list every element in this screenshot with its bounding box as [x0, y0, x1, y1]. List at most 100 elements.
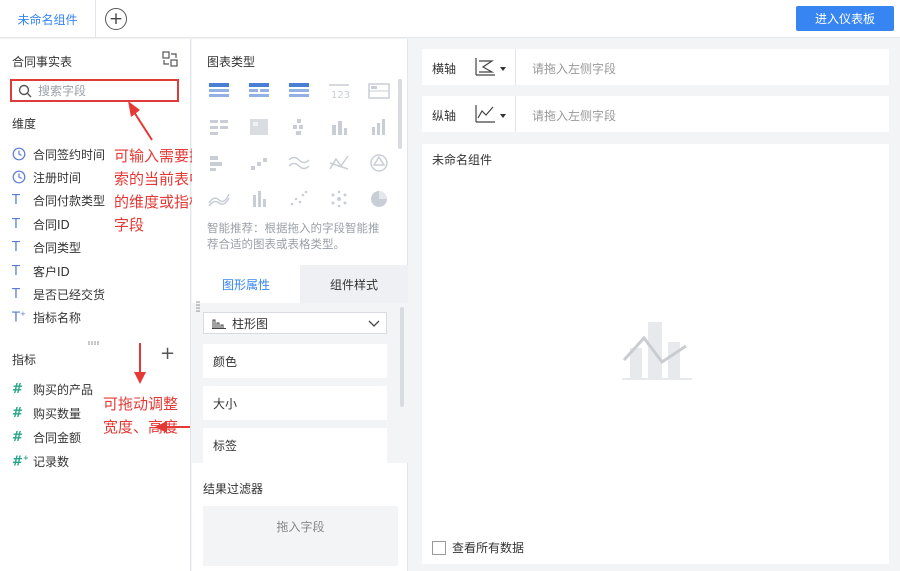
filter-drop-zone[interactable]: 拖入字段	[203, 506, 398, 566]
chart-type-column-icon[interactable]	[368, 117, 390, 137]
bar-chart-icon	[212, 319, 226, 329]
clock-icon	[12, 170, 28, 184]
x-axis-caret-icon[interactable]	[500, 67, 506, 71]
chart-type-heatmap-icon[interactable]	[248, 117, 270, 137]
chart-type-indicator-card-icon[interactable]	[368, 81, 390, 101]
measure-field[interactable]: #+ 记录数	[12, 453, 69, 471]
add-measure-button[interactable]: +	[160, 345, 175, 363]
result-filter-title: 结果过滤器	[203, 482, 264, 496]
view-all-label: 查看所有数据	[452, 541, 525, 555]
chart-type-column-2-icon[interactable]	[248, 189, 270, 209]
tab-component-style[interactable]: 组件样式	[300, 265, 408, 303]
text-calc-icon: T+	[12, 310, 26, 326]
chart-type-line-icon[interactable]	[328, 153, 350, 173]
y-axis-type-icon[interactable]	[474, 104, 496, 124]
dimension-field[interactable]: T 合同类型	[12, 239, 81, 257]
dimension-field-label: 合同付款类型	[33, 194, 106, 209]
plus-icon: +	[108, 8, 124, 29]
tab-graphic-properties[interactable]: 图形属性	[192, 265, 300, 303]
x-axis-drop-zone[interactable]: 请拖入左侧字段	[532, 60, 616, 77]
dimension-field[interactable]: T+ 指标名称	[12, 309, 81, 327]
vertical-resize-handle[interactable]	[87, 341, 101, 345]
y-axis-drop-zone[interactable]: 请拖入左侧字段	[532, 107, 616, 124]
prop-label-label: 标签	[213, 439, 238, 453]
chart-type-select-value: 柱形图	[232, 316, 269, 331]
add-tab-button[interactable]: +	[105, 8, 127, 30]
text-type-icon: T	[12, 263, 20, 279]
chart-type-scatter-icon[interactable]	[288, 189, 310, 209]
chart-config-panel: 图表类型 123 智能推荐：根据拖入的字段智能推荐合适的图表或表格类型。 图形属…	[192, 39, 408, 571]
y-axis-caret-icon[interactable]	[500, 114, 506, 118]
chart-type-point-map-icon[interactable]	[328, 189, 350, 209]
text-type-icon: T	[12, 193, 20, 209]
chart-type-bar-icon[interactable]	[328, 117, 350, 137]
measure-field[interactable]: # 购买数量	[12, 404, 81, 422]
chart-type-wave-line-icon[interactable]	[288, 153, 310, 173]
dimension-field-label: 合同签约时间	[33, 147, 106, 162]
dimension-field[interactable]: T 合同付款类型	[12, 192, 105, 210]
measure-field[interactable]: # 购买的产品	[12, 380, 93, 398]
properties-area: 柱形图 颜色 大小 标签	[192, 303, 408, 463]
chart-type-funnel-icon[interactable]	[288, 117, 310, 137]
dimension-field[interactable]: T 是否已经交货	[12, 285, 105, 303]
search-input[interactable]	[38, 83, 158, 98]
chevron-down-icon	[368, 320, 380, 327]
chart-type-multi-bar-icon[interactable]	[208, 117, 230, 137]
switch-table-icon[interactable]	[162, 51, 178, 67]
chart-canvas-panel: 横轴 请拖入左侧字段 纵轴 请拖入左侧字段 未命名组件 查看所有数据	[409, 39, 900, 571]
y-axis-label: 纵轴	[432, 109, 457, 123]
dimension-field[interactable]: T 合同ID	[12, 215, 70, 233]
chart-type-area-icon[interactable]	[208, 189, 230, 209]
view-all-checkbox[interactable]	[432, 540, 446, 555]
y-axis-row: 纵轴 请拖入左侧字段	[422, 96, 889, 132]
horizontal-resize-handle[interactable]	[196, 300, 200, 314]
dimension-field[interactable]: 注册时间	[12, 168, 81, 186]
view-all-data[interactable]: 查看所有数据	[432, 539, 524, 556]
text-type-icon: T	[12, 286, 20, 302]
chart-type-detail-table-icon[interactable]	[288, 81, 310, 101]
dimension-field-label: 指标名称	[33, 311, 82, 326]
dimension-field[interactable]: 合同签约时间	[12, 145, 105, 163]
chart-type-table-icon[interactable]	[208, 81, 230, 101]
tab-unnamed-component[interactable]: 未命名组件	[0, 0, 96, 38]
chart-type-grouped-table-icon[interactable]	[248, 81, 270, 101]
measure-field[interactable]: # 合同金额	[12, 429, 81, 447]
measure-title: 指标	[12, 353, 37, 367]
prop-size[interactable]: 大小	[203, 386, 387, 420]
empty-chart-placeholder-icon	[622, 322, 692, 380]
chart-type-title: 图表类型	[207, 55, 256, 69]
enter-dashboard-button[interactable]: 进入仪表板	[796, 6, 894, 31]
y-axis-divider	[515, 96, 516, 132]
resize-annotation: 可拖动调整宽度、高度	[103, 395, 179, 436]
text-type-icon: T	[12, 216, 20, 232]
x-axis-type-icon[interactable]	[474, 57, 496, 77]
property-tabs: 图形属性 组件样式	[192, 265, 408, 303]
chart-type-scatter-bar-icon[interactable]	[248, 153, 270, 173]
measure-field-label: 记录数	[33, 455, 70, 470]
search-icon	[18, 84, 32, 97]
hash-calc-icon: #+	[12, 454, 29, 470]
field-panel: 合同事实表 维度 合同签约时间注册时间 T 合同付款类型 T 合同ID T 合同类型 T 客户I…	[0, 39, 191, 571]
hash-icon: #	[12, 430, 23, 446]
chart-type-stacked-bar-icon[interactable]	[208, 153, 230, 173]
chart-type-scrollbar[interactable]	[398, 79, 402, 149]
search-box	[10, 79, 179, 102]
prop-label[interactable]: 标签	[203, 428, 387, 463]
chart-type-number-icon[interactable]: 123	[328, 81, 350, 101]
component-title[interactable]: 未命名组件	[432, 151, 492, 168]
properties-scrollbar[interactable]	[400, 307, 404, 407]
x-axis-label: 横轴	[432, 62, 457, 76]
top-bar: 未命名组件 + 进入仪表板	[0, 0, 900, 38]
chart-type-pie-icon[interactable]	[368, 189, 390, 209]
prop-color[interactable]: 颜色	[203, 344, 387, 378]
dimension-field[interactable]: T 客户ID	[12, 262, 70, 280]
dimension-field-label: 合同类型	[33, 241, 82, 256]
table-name: 合同事实表	[12, 55, 73, 69]
chart-type-radar-icon[interactable]	[368, 153, 390, 173]
clock-icon	[12, 147, 28, 161]
plus-icon: +	[160, 343, 176, 364]
dimension-field-label: 合同ID	[33, 217, 70, 232]
measure-field-label: 购买的产品	[33, 382, 94, 397]
measure-field-label: 购买数量	[33, 406, 82, 421]
chart-type-select[interactable]: 柱形图	[203, 312, 387, 334]
